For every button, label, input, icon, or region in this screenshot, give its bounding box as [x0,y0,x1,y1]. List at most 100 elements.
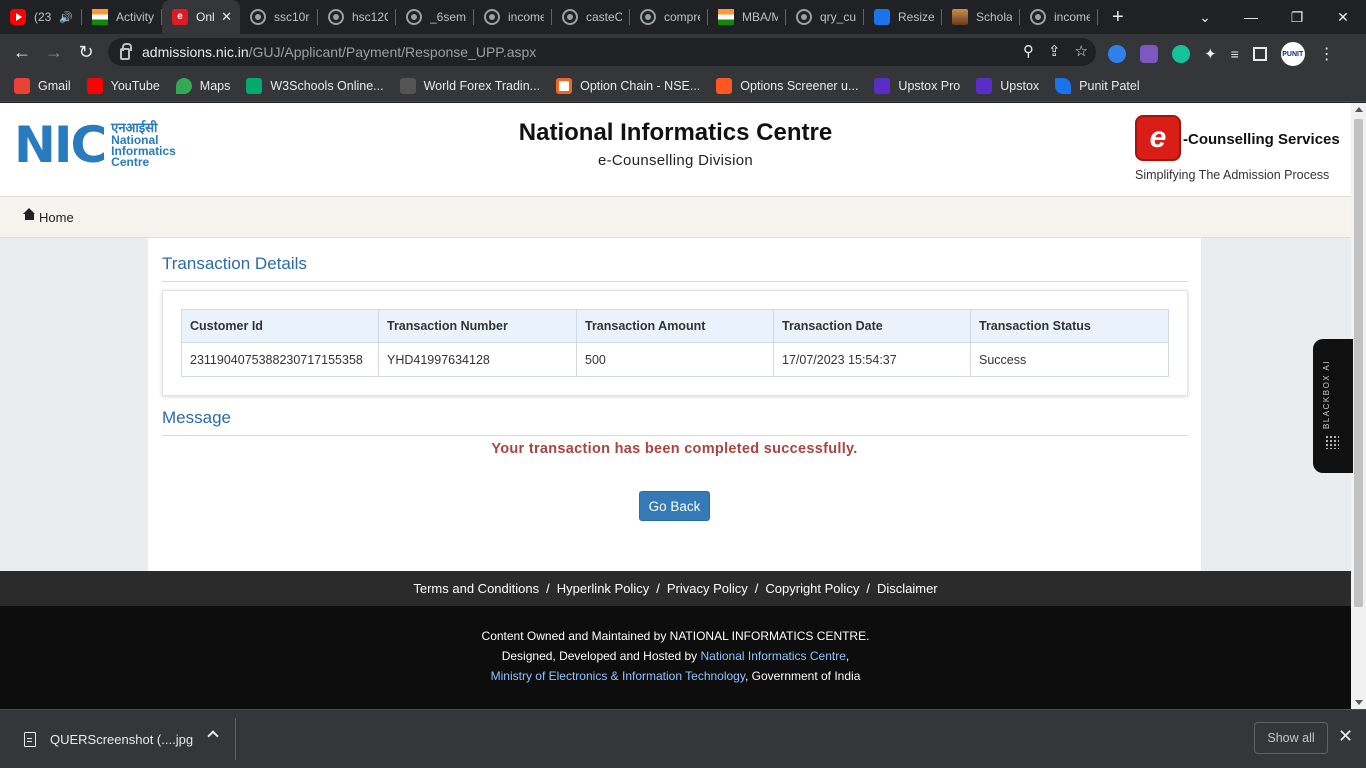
tab-hsc12[interactable]: hsc12C [318,0,396,34]
tab-compre[interactable]: compre [630,0,708,34]
india-flag-icon [92,9,108,25]
page-scrollbar[interactable] [1351,103,1366,709]
reload-icon[interactable]: ↻ [70,36,102,68]
bookmark-gmail[interactable]: Gmail [14,77,71,94]
new-tab-icon[interactable]: + [1112,6,1124,29]
restore-icon[interactable]: ❐ [1274,0,1320,34]
tab-activity[interactable]: Activity [82,0,162,34]
meity-link[interactable]: Ministry of Electronics & Information Te… [491,669,745,683]
maps-icon [175,77,192,94]
tab-caste[interactable]: casteCe [552,0,630,34]
divider [162,435,1188,436]
transaction-date-cell: 17/07/2023 15:54:37 [773,342,971,377]
globe-icon [250,9,266,25]
grammarly-icon[interactable] [1172,45,1190,63]
bookmark-punit-patel[interactable]: Punit Patel [1055,77,1140,94]
side-panel-icon[interactable] [1252,47,1267,61]
tab-mba[interactable]: MBA/M [708,0,786,34]
column-header: Transaction Number [378,309,577,343]
bookmark-options-screener[interactable]: Options Screener u... [716,77,858,94]
bookmark-upstox-pro[interactable]: Upstox Pro [874,77,960,94]
ecounselling-logo[interactable]: e -Counselling Services Simplifying The … [1135,115,1340,182]
bookmark-forex[interactable]: World Forex Tradin... [399,77,540,94]
globe-icon [406,9,422,25]
speaker-icon[interactable]: 🔊 [59,11,73,24]
tab-scholarship[interactable]: Schola [942,0,1020,34]
tab-online-active[interactable]: e Onl ✕ [162,0,240,34]
hyperlink-policy-link[interactable]: Hyperlink Policy [557,581,649,596]
copyright-policy-link[interactable]: Copyright Policy [765,581,859,596]
share-icon[interactable]: ⇪ [1048,42,1061,60]
menu-kebab-icon[interactable]: ⋮ [1319,44,1335,64]
youtube-icon [86,77,103,94]
go-back-button[interactable]: Go Back [639,491,710,521]
scroll-up-icon[interactable] [1355,107,1363,112]
tab-income[interactable]: income [474,0,552,34]
tab-6sem[interactable]: _6seme [396,0,474,34]
blackbox-dots-icon [1325,435,1339,449]
tab-strip: (23 🔊 Activity e Onl ✕ ssc10re hsc12C _6… [0,0,1366,34]
chevron-up-icon[interactable] [207,730,219,742]
address-bar[interactable]: admissions.nic.in/GUJ/Applicant/Payment/… [108,38,1096,66]
bookmark-w3schools[interactable]: W3Schools Online... [246,77,384,94]
downloads-bar: QUERScreenshot (....jpg Show all ✕ [0,709,1366,768]
scroll-down-icon[interactable] [1355,700,1363,705]
tab-label: income [508,10,544,24]
column-header: Transaction Date [773,309,971,343]
home-link[interactable]: Home [23,208,74,225]
gmail-icon [14,77,30,94]
main-content: Transaction Details Customer Id Transact… [148,238,1201,571]
url-host: admissions.nic.in [142,44,249,60]
privacy-policy-link[interactable]: Privacy Policy [667,581,748,596]
close-tab-icon[interactable]: ✕ [215,9,232,25]
bookmark-youtube[interactable]: YouTube [86,77,160,94]
footer: Content Owned and Maintained by NATIONAL… [0,606,1351,709]
tab-resize[interactable]: Resize [864,0,942,34]
profile-avatar[interactable]: PUNIT [1280,42,1305,66]
terms-link[interactable]: Terms and Conditions [413,581,539,596]
nic-footer-link[interactable]: National Informatics Centre [701,649,846,663]
tab-youtube[interactable]: (23 🔊 [0,0,82,34]
url-path: /GUJ/Applicant/Payment/Response_UPP.aspx [248,44,537,60]
tab-label: qry_cu [820,10,856,24]
tab-label: MBA/M [742,10,778,24]
scrollbar-thumb[interactable] [1354,119,1363,607]
bookmark-maps[interactable]: Maps [175,77,230,94]
tab-ssc10[interactable]: ssc10re [240,0,318,34]
scholarship-icon [952,9,968,25]
blackbox-ai-widget[interactable]: BLACKBOX AI [1313,339,1353,473]
table-row: 2311904075388230717155358 YHD41997634128… [181,342,1169,377]
column-header: Transaction Status [970,309,1169,343]
tab-label: Activity [116,10,154,24]
bookmark-option-chain[interactable]: Option Chain - NSE... [556,77,700,94]
tab-income-2[interactable]: income [1020,0,1098,34]
close-window-icon[interactable]: ✕ [1320,0,1366,34]
extension-icon[interactable] [1108,45,1126,63]
forex-icon [399,77,416,94]
close-downloads-icon[interactable]: ✕ [1338,726,1353,747]
tab-label: casteCe [586,10,622,24]
forward-icon[interactable]: → [38,36,70,68]
show-all-button[interactable]: Show all [1254,722,1328,754]
lock-icon[interactable] [120,43,132,60]
zoom-icon[interactable]: ⚲ [1023,42,1034,60]
extensions-puzzle-icon[interactable]: ✦ [1204,45,1217,63]
tab-search-icon[interactable]: ⌄ [1182,0,1228,34]
minimize-icon[interactable]: — [1228,0,1274,34]
upstox-icon [976,77,993,94]
bookmark-star-icon[interactable]: ☆ [1075,42,1088,60]
transaction-panel: Customer Id Transaction Number Transacti… [162,290,1188,396]
customer-id-cell: 2311904075388230717155358 [181,342,379,377]
column-header: Transaction Amount [576,309,774,343]
column-header: Customer Id [181,309,379,343]
extension-icon[interactable] [1140,45,1158,63]
file-icon [24,731,36,747]
disclaimer-link[interactable]: Disclaimer [877,581,938,596]
back-icon[interactable]: ← [6,36,38,68]
media-control-icon[interactable]: ≡ [1231,46,1239,62]
bookmark-upstox[interactable]: Upstox [976,77,1039,94]
transaction-status-cell: Success [970,342,1169,377]
download-filename: QUERScreenshot (....jpg [50,731,194,747]
download-item[interactable]: QUERScreenshot (....jpg [14,718,236,760]
tab-qry[interactable]: qry_cu [786,0,864,34]
